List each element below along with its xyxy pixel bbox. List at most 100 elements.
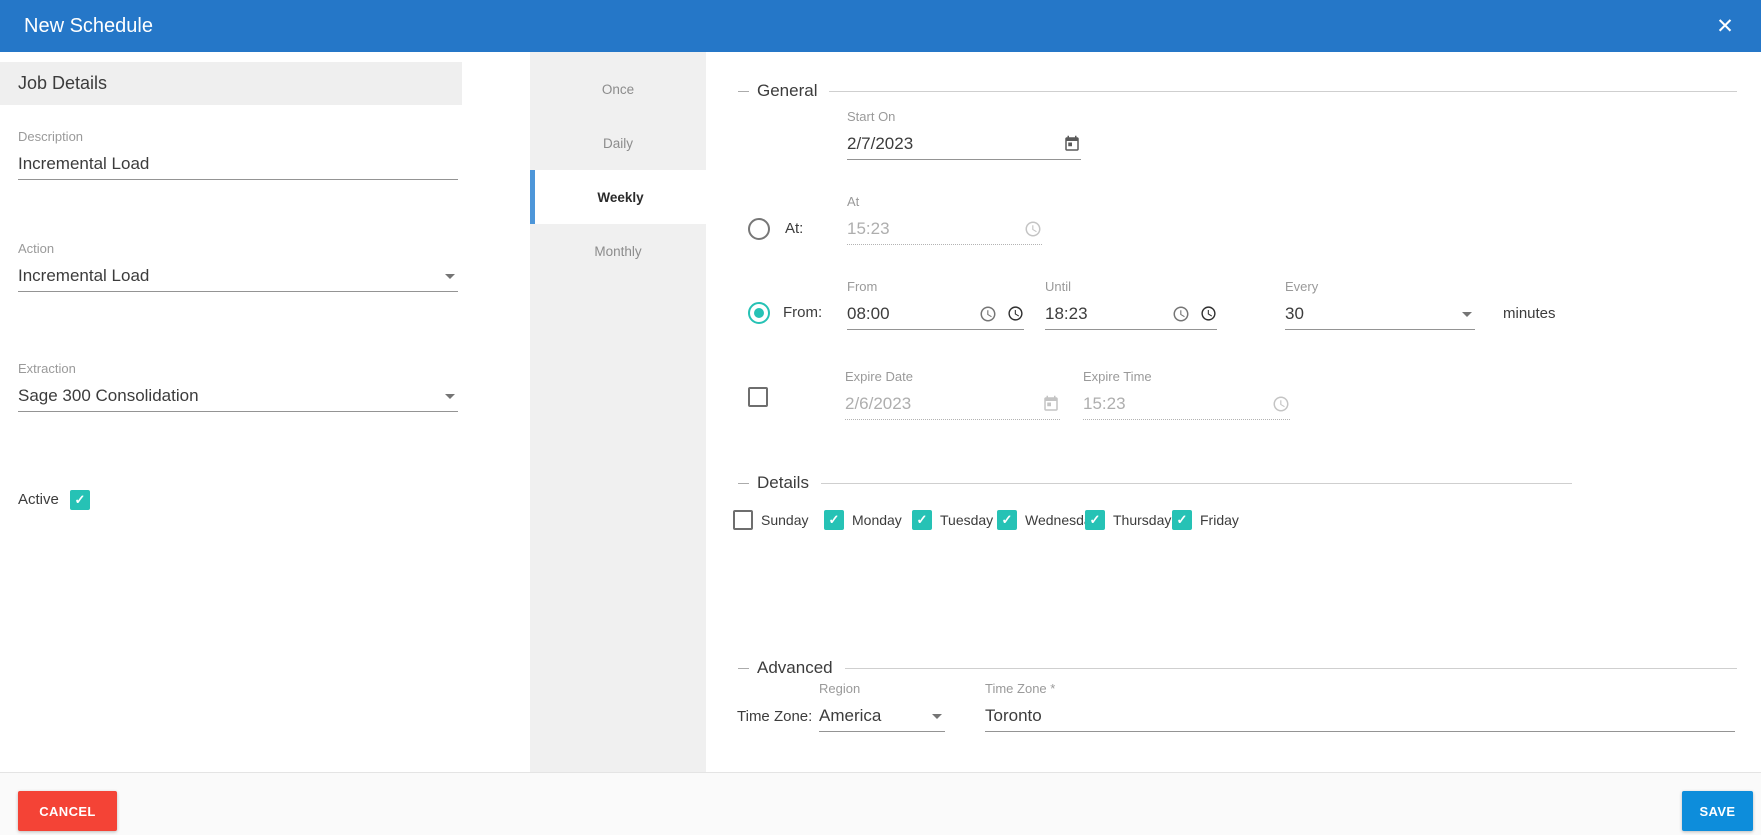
save-button[interactable]: SAVE: [1682, 791, 1753, 831]
tuesday-checkbox[interactable]: ✓: [912, 510, 932, 530]
region-select[interactable]: Region America: [819, 680, 945, 732]
action-value[interactable]: Incremental Load: [18, 266, 149, 286]
region-value[interactable]: America: [819, 706, 881, 726]
close-button[interactable]: ✕: [1705, 0, 1745, 52]
extraction-label: Extraction: [18, 360, 458, 380]
at-radio[interactable]: [748, 218, 770, 240]
close-icon: ✕: [1716, 14, 1734, 39]
at-radio-label: At:: [785, 219, 803, 239]
chevron-down-icon[interactable]: [1455, 302, 1479, 326]
region-label: Region: [819, 680, 945, 700]
expire-date-label: Expire Date: [845, 368, 1060, 388]
advanced-section-legend: Advanced: [738, 658, 1737, 678]
job-details-panel: Job Details Description Incremental Load…: [0, 52, 530, 772]
chevron-down-icon[interactable]: [438, 264, 462, 288]
expire-time-value: 15:23: [1083, 394, 1126, 414]
timezone-label: Time Zone *: [985, 680, 1735, 700]
dialog-title: New Schedule: [24, 0, 153, 52]
day-item-thursday: ✓ Thursday: [1085, 510, 1171, 530]
day-label: Monday: [852, 512, 902, 528]
start-on-value[interactable]: 2/7/2023: [847, 134, 913, 154]
day-label: Friday: [1200, 512, 1239, 528]
legend-dash: [738, 91, 749, 92]
expire-checkbox[interactable]: [748, 387, 768, 407]
day-item-monday: ✓ Monday: [824, 510, 902, 530]
general-section-legend: General: [738, 81, 1737, 101]
action-select[interactable]: Action Incremental Load: [18, 240, 458, 292]
from-field-label: From: [847, 278, 1024, 298]
day-item-wednesday: ✓ Wednesday: [997, 510, 1099, 530]
sunday-checkbox[interactable]: [733, 510, 753, 530]
job-details-header: Job Details: [0, 62, 462, 105]
advanced-legend-text: Advanced: [757, 658, 833, 678]
clock-outline-icon[interactable]: [1007, 305, 1024, 322]
day-item-friday: ✓ Friday: [1172, 510, 1239, 530]
every-select[interactable]: Every 30: [1285, 278, 1475, 330]
wednesday-checkbox[interactable]: ✓: [997, 510, 1017, 530]
clock-icon[interactable]: [1172, 305, 1190, 323]
until-time-value[interactable]: 18:23: [1045, 304, 1088, 324]
from-time-value[interactable]: 08:00: [847, 304, 890, 324]
from-time-field[interactable]: From 08:00: [847, 278, 1024, 330]
calendar-icon: [1042, 395, 1060, 413]
description-label: Description: [18, 128, 458, 148]
day-item-tuesday: ✓ Tuesday: [912, 510, 993, 530]
new-schedule-dialog: New Schedule ✕ Job Details Description I…: [0, 0, 1761, 835]
legend-line: [845, 668, 1737, 669]
active-label: Active: [18, 490, 59, 510]
clock-icon[interactable]: [979, 305, 997, 323]
schedule-type-tabs: Once Daily Weekly Monthly: [530, 52, 706, 772]
active-checkbox[interactable]: ✓: [70, 490, 90, 510]
timezone-field[interactable]: Time Zone * Toronto: [985, 680, 1735, 732]
minutes-unit-label: minutes: [1503, 303, 1556, 325]
expire-time-field: Expire Time 15:23: [1083, 368, 1290, 420]
check-icon: ✓: [1177, 510, 1188, 530]
day-label: Tuesday: [940, 512, 993, 528]
every-value[interactable]: 30: [1285, 304, 1304, 324]
tab-daily[interactable]: Daily: [530, 116, 706, 170]
thursday-checkbox[interactable]: ✓: [1085, 510, 1105, 530]
description-field[interactable]: Description Incremental Load: [18, 128, 458, 180]
legend-dash: [738, 483, 749, 484]
check-icon: ✓: [829, 510, 840, 530]
check-icon: ✓: [75, 490, 86, 510]
description-input[interactable]: Incremental Load: [18, 154, 149, 174]
day-label: Thursday: [1113, 512, 1171, 528]
chevron-down-icon[interactable]: [438, 384, 462, 408]
every-label: Every: [1285, 278, 1475, 298]
until-time-field[interactable]: Until 18:23: [1045, 278, 1217, 330]
dialog-footer: CANCEL SAVE: [0, 772, 1761, 835]
start-on-field[interactable]: Start On 2/7/2023: [847, 108, 1081, 160]
day-label: Sunday: [761, 512, 808, 528]
calendar-icon[interactable]: [1063, 135, 1081, 153]
expire-time-label: Expire Time: [1083, 368, 1290, 388]
extraction-select[interactable]: Extraction Sage 300 Consolidation: [18, 360, 458, 412]
check-icon: ✓: [1090, 510, 1101, 530]
at-time-field: At 15:23: [847, 193, 1042, 245]
dialog-header: New Schedule ✕: [0, 0, 1761, 52]
action-label: Action: [18, 240, 458, 260]
from-radio[interactable]: [748, 302, 770, 324]
cancel-button[interactable]: CANCEL: [18, 791, 117, 831]
clock-outline-icon[interactable]: [1200, 305, 1217, 322]
chevron-down-icon[interactable]: [925, 704, 949, 728]
timezone-value[interactable]: Toronto: [985, 706, 1042, 726]
check-icon: ✓: [917, 510, 928, 530]
tab-monthly[interactable]: Monthly: [530, 224, 706, 278]
until-field-label: Until: [1045, 278, 1217, 298]
clock-icon: [1024, 220, 1042, 238]
expire-date-value: 2/6/2023: [845, 394, 911, 414]
timezone-row-label: Time Zone:: [737, 706, 812, 728]
monday-checkbox[interactable]: ✓: [824, 510, 844, 530]
legend-line: [821, 483, 1572, 484]
tab-weekly[interactable]: Weekly: [530, 170, 706, 224]
day-item-sunday: Sunday: [733, 510, 808, 530]
at-time-value: 15:23: [847, 219, 890, 239]
extraction-value[interactable]: Sage 300 Consolidation: [18, 386, 199, 406]
from-radio-label: From:: [783, 303, 822, 323]
tab-once[interactable]: Once: [530, 62, 706, 116]
expire-date-field: Expire Date 2/6/2023: [845, 368, 1060, 420]
legend-line: [829, 91, 1737, 92]
friday-checkbox[interactable]: ✓: [1172, 510, 1192, 530]
check-icon: ✓: [1002, 510, 1013, 530]
